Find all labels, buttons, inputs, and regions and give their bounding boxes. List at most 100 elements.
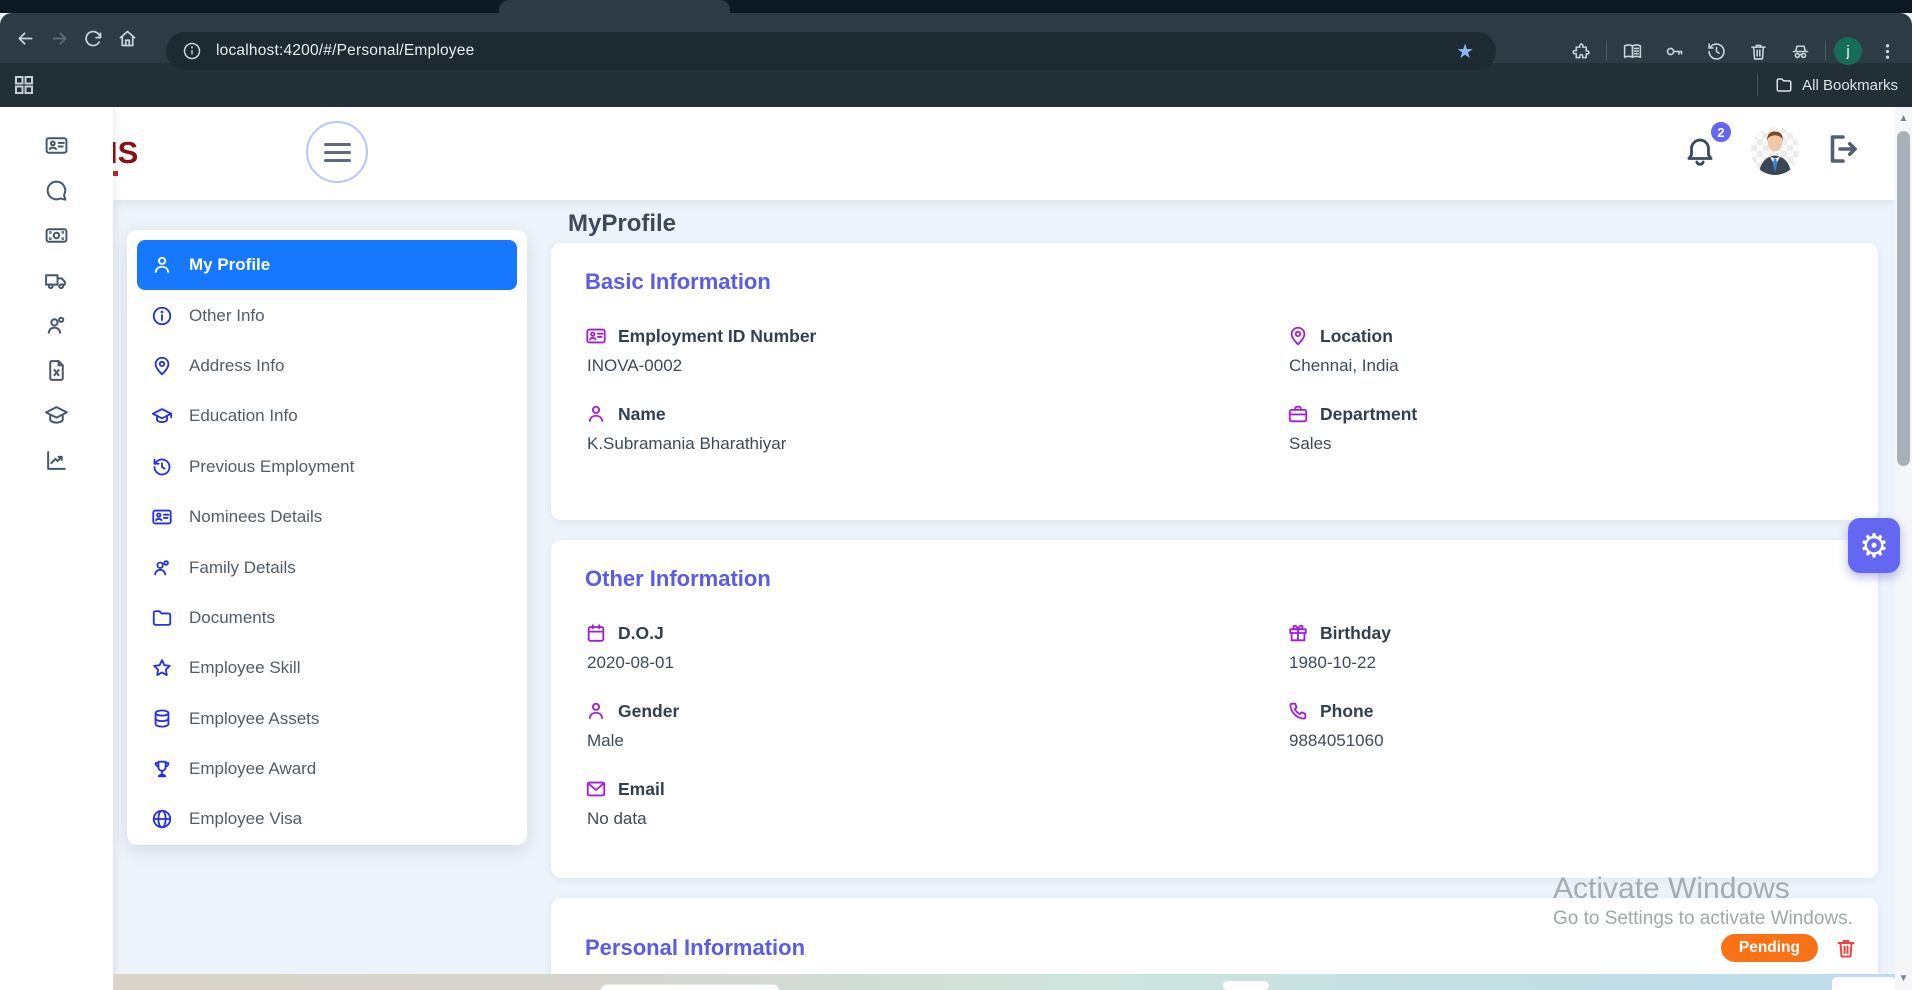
field-label: D.O.J bbox=[618, 623, 664, 644]
menu-item-my-profile[interactable]: My Profile bbox=[137, 240, 517, 290]
settings-gear-button[interactable]: ⚙ bbox=[1848, 518, 1900, 573]
location-pin-icon bbox=[1287, 325, 1309, 347]
menu-item-employee-skill[interactable]: Employee Skill bbox=[127, 643, 527, 693]
trophy-icon bbox=[151, 758, 173, 780]
forward-icon[interactable] bbox=[42, 21, 76, 55]
menu-item-label: Employee Assets bbox=[189, 709, 319, 729]
notification-count-badge: 2 bbox=[1709, 120, 1733, 144]
field-label: Birthday bbox=[1320, 623, 1391, 644]
field-value: K.Subramania Bharathiyar bbox=[587, 434, 1287, 454]
incognito-icon[interactable] bbox=[1783, 34, 1817, 68]
star-icon bbox=[151, 657, 173, 679]
section-title: Other Information bbox=[551, 540, 1878, 592]
app-logo-accent bbox=[113, 171, 118, 176]
clear-browsing-trash-icon[interactable] bbox=[1741, 34, 1775, 68]
menu-item-other-info[interactable]: Other Info bbox=[127, 290, 527, 340]
toolbar-separator bbox=[1825, 41, 1826, 61]
field-gender: Gender Male bbox=[585, 700, 1287, 751]
below-fold-strip bbox=[113, 974, 1895, 990]
info-icon bbox=[151, 305, 173, 327]
apps-grid-icon[interactable] bbox=[12, 73, 36, 97]
rail-chat-icon[interactable] bbox=[44, 178, 69, 203]
history-icon[interactable] bbox=[1699, 34, 1733, 68]
field-value: No data bbox=[587, 809, 1287, 829]
menu-item-employee-award[interactable]: Employee Award bbox=[127, 744, 527, 794]
home-icon[interactable] bbox=[110, 21, 144, 55]
phone-icon bbox=[1287, 700, 1309, 722]
menu-item-documents[interactable]: Documents bbox=[127, 593, 527, 643]
field-label: Gender bbox=[618, 701, 679, 722]
field-label: Department bbox=[1320, 404, 1417, 425]
database-icon bbox=[151, 708, 173, 730]
app-logo: IS bbox=[109, 135, 143, 171]
reading-list-icon[interactable] bbox=[1615, 34, 1649, 68]
menu-item-education-info[interactable]: Education Info bbox=[127, 391, 527, 441]
graduation-cap-icon bbox=[151, 405, 173, 427]
rail-chart-icon[interactable] bbox=[44, 448, 69, 473]
calendar-icon bbox=[585, 622, 607, 644]
bookmark-star-icon[interactable]: ★ bbox=[1456, 39, 1474, 64]
menu-item-employee-assets[interactable]: Employee Assets bbox=[127, 694, 527, 744]
activate-windows-subtext: Go to Settings to activate Windows. bbox=[1553, 908, 1853, 930]
field-value: Male bbox=[587, 731, 1287, 751]
profile-menu-card: My Profile Other Info Address Info Educa… bbox=[127, 230, 527, 845]
scroll-down-arrow[interactable]: ▼ bbox=[1895, 973, 1912, 984]
delete-icon[interactable] bbox=[1834, 936, 1858, 960]
browser-active-tab[interactable] bbox=[499, 0, 730, 13]
rail-graduation-icon[interactable] bbox=[44, 403, 69, 428]
section-title: Basic Information bbox=[551, 243, 1878, 295]
logout-icon[interactable] bbox=[1825, 131, 1861, 167]
field-value: INOVA-0002 bbox=[587, 356, 1287, 376]
hamburger-menu-button[interactable] bbox=[306, 121, 368, 183]
map-pin-icon bbox=[151, 355, 173, 377]
history-icon bbox=[151, 456, 173, 478]
menu-item-label: Nominees Details bbox=[189, 507, 322, 527]
menu-item-previous-employment[interactable]: Previous Employment bbox=[127, 442, 527, 492]
rail-idcard-icon[interactable] bbox=[44, 133, 69, 158]
menu-item-employee-visa[interactable]: Employee Visa bbox=[127, 794, 527, 844]
back-icon[interactable] bbox=[8, 21, 42, 55]
other-information-card: Other Information D.O.J 2020-08-01 Birth… bbox=[551, 540, 1878, 878]
mail-icon bbox=[585, 778, 607, 800]
person-icon bbox=[151, 254, 173, 276]
passwords-key-icon[interactable] bbox=[1657, 34, 1691, 68]
site-info-icon[interactable] bbox=[182, 41, 202, 61]
field-value: Chennai, India bbox=[1289, 356, 1844, 376]
gift-icon bbox=[1287, 622, 1309, 644]
field-birthday: Birthday 1980-10-22 bbox=[1287, 622, 1844, 673]
rail-file-x-icon[interactable] bbox=[44, 358, 69, 383]
folder-icon bbox=[1775, 76, 1793, 94]
browser-menu-dots-icon[interactable] bbox=[1870, 34, 1904, 68]
briefcase-icon bbox=[1287, 403, 1309, 425]
address-bar[interactable]: localhost:4200/#/Personal/Employee ★ bbox=[166, 32, 1496, 70]
field-value: 9884051060 bbox=[1289, 731, 1844, 751]
url-text[interactable]: localhost:4200/#/Personal/Employee bbox=[216, 42, 474, 60]
menu-item-family-details[interactable]: Family Details bbox=[127, 542, 527, 592]
family-icon bbox=[151, 557, 173, 579]
field-phone: Phone 9884051060 bbox=[1287, 700, 1844, 751]
menu-item-address-info[interactable]: Address Info bbox=[127, 341, 527, 391]
menu-item-label: Education Info bbox=[189, 406, 298, 426]
menu-item-nominees-details[interactable]: Nominees Details bbox=[127, 492, 527, 542]
field-doj: D.O.J 2020-08-01 bbox=[585, 622, 1287, 673]
browser-profile-avatar[interactable]: j bbox=[1834, 37, 1862, 65]
gear-icon: ⚙ bbox=[1859, 526, 1889, 565]
user-avatar[interactable] bbox=[1751, 127, 1799, 175]
id-card-icon bbox=[585, 325, 607, 347]
field-value: Sales bbox=[1289, 434, 1844, 454]
rail-truck-icon[interactable] bbox=[44, 268, 69, 293]
extensions-icon[interactable] bbox=[1564, 34, 1598, 68]
rail-people-icon[interactable] bbox=[44, 313, 69, 338]
status-badge: Pending bbox=[1721, 934, 1818, 962]
field-department: Department Sales bbox=[1287, 403, 1844, 454]
rail-payroll-cash-icon[interactable] bbox=[44, 223, 69, 248]
browser-tab-strip bbox=[0, 0, 1912, 13]
field-location: Location Chennai, India bbox=[1287, 325, 1844, 376]
activate-windows-watermark: Activate Windows bbox=[1553, 872, 1790, 906]
scroll-up-arrow[interactable]: ▲ bbox=[1895, 113, 1912, 124]
menu-item-label: Previous Employment bbox=[189, 457, 354, 477]
reload-icon[interactable] bbox=[76, 21, 110, 55]
basic-information-card: Basic Information Employment ID Number I… bbox=[551, 243, 1878, 520]
scrollbar-thumb[interactable] bbox=[1897, 131, 1910, 466]
all-bookmarks-label: All Bookmarks bbox=[1802, 77, 1898, 94]
